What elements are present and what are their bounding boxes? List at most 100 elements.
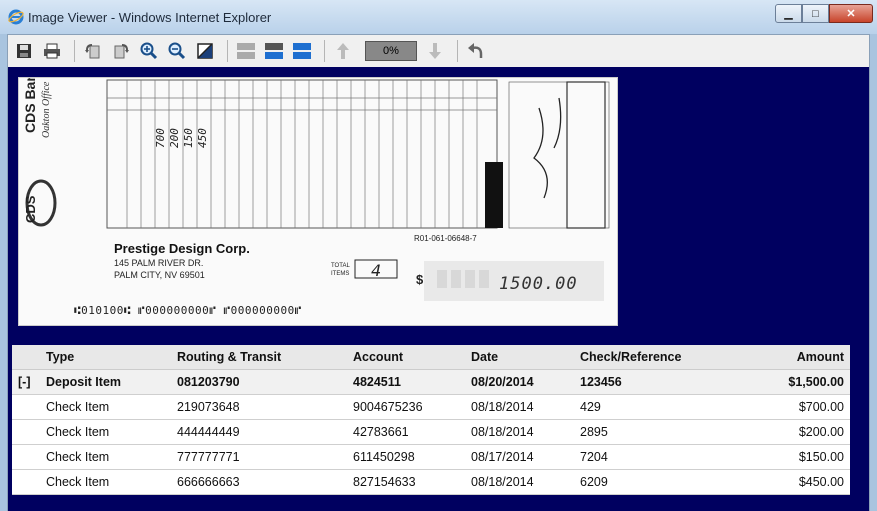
image-viewer-pane: CDS CDS Bank Oakton Office 700 200 150 4… (8, 67, 869, 511)
cell-amount: $1,500.00 (724, 369, 850, 395)
cell-amount: $150.00 (724, 444, 850, 470)
cell-routing: 777777771 (171, 444, 347, 470)
invert-button[interactable] (193, 39, 217, 63)
cell-date: 08/18/2014 (465, 394, 574, 420)
rotate-left-button[interactable] (81, 39, 105, 63)
cell-account: 827154633 (347, 469, 465, 495)
cell-reference: 7204 (574, 444, 724, 470)
print-button[interactable] (40, 39, 64, 63)
print-icon (44, 43, 60, 59)
table-header-row: Type Routing & Transit Account Date Chec… (12, 345, 850, 370)
rotate-right-icon (114, 44, 129, 59)
column-header-amount[interactable]: Amount (724, 345, 850, 370)
cell-routing: 444444449 (171, 419, 347, 445)
save-button[interactable] (12, 39, 36, 63)
cell-routing: 081203790 (171, 369, 347, 395)
toolbar-separator (457, 40, 458, 62)
cell-reference: 6209 (574, 469, 724, 495)
cell-account: 611450298 (347, 444, 465, 470)
svg-text:$: $ (416, 272, 424, 287)
undo-button[interactable] (464, 39, 488, 63)
up-arrow-icon (337, 43, 349, 59)
zoom-out-button[interactable] (165, 39, 189, 63)
close-button[interactable]: ✕ (829, 4, 873, 23)
svg-text:ITEMS: ITEMS (331, 271, 349, 277)
save-icon (17, 44, 31, 58)
maximize-button[interactable]: □ (802, 4, 829, 23)
window-controls: ▁ □ ✕ (775, 4, 873, 24)
table-row[interactable]: Check Item 777777771 611450298 08/17/201… (12, 444, 850, 470)
svg-text:200: 200 (168, 128, 181, 148)
layout-split-button[interactable] (290, 39, 314, 63)
maximize-icon: □ (812, 7, 819, 20)
previous-button[interactable] (331, 39, 355, 63)
column-header-account[interactable]: Account (347, 345, 465, 370)
cell-date: 08/18/2014 (465, 469, 574, 495)
next-button[interactable] (423, 39, 447, 63)
cell-type: Check Item (40, 444, 171, 470)
cell-account: 9004675236 (347, 394, 465, 420)
layout-single-button[interactable] (234, 39, 258, 63)
column-header-reference[interactable]: Check/Reference (574, 345, 724, 370)
cell-date: 08/20/2014 (465, 369, 574, 395)
svg-text:CDS: CDS (23, 195, 38, 223)
collapse-toggle[interactable]: [-] (12, 369, 40, 395)
zoom-out-icon (168, 42, 186, 60)
cell-routing: 219073648 (171, 394, 347, 420)
svg-text:700: 700 (154, 128, 167, 148)
column-header-date[interactable]: Date (465, 345, 574, 370)
cell-amount: $450.00 (724, 469, 850, 495)
cell-reference: 429 (574, 394, 724, 420)
check-micr-line: ⑆010100⑆ ⑈000000000⑈ ⑈000000000⑈ (74, 304, 302, 317)
cell-reference: 2895 (574, 419, 724, 445)
table-row[interactable]: Check Item 219073648 9004675236 08/18/20… (12, 394, 850, 420)
cell-toggle (12, 469, 40, 495)
total-items-value: 4 (371, 261, 381, 280)
cell-routing: 666666663 (171, 469, 347, 495)
internet-explorer-icon (8, 9, 24, 25)
toolbar-separator (227, 40, 228, 62)
zoom-in-button[interactable] (137, 39, 161, 63)
layout-top-icon (265, 43, 283, 59)
cell-type: Check Item (40, 419, 171, 445)
check-address-line2: PALM CITY, NV 69501 (114, 270, 205, 280)
cell-account: 42783661 (347, 419, 465, 445)
zoom-in-icon (140, 42, 158, 60)
layout-split-icon (293, 43, 311, 59)
minimize-button[interactable]: ▁ (775, 4, 802, 23)
toolbar-separator (74, 40, 75, 62)
invert-icon (197, 43, 213, 59)
cell-date: 08/18/2014 (465, 419, 574, 445)
table-row[interactable]: Check Item 444444449 42783661 08/18/2014… (12, 419, 850, 445)
zoom-level-display: 0% (365, 41, 417, 61)
window-title: Image Viewer - Windows Internet Explorer (28, 10, 272, 25)
check-amount: 1500.00 (499, 274, 578, 294)
toolbar: 0% (8, 35, 869, 67)
deposit-slip-image: CDS CDS Bank Oakton Office 700 200 150 4… (18, 77, 618, 326)
bank-name-text: CDS Bank (22, 78, 38, 133)
cell-type: Deposit Item (40, 369, 171, 395)
close-icon: ✕ (846, 8, 856, 20)
deposit-items-table: Type Routing & Transit Account Date Chec… (12, 345, 850, 495)
cell-reference: 123456 (574, 369, 724, 395)
layout-top-button[interactable] (262, 39, 286, 63)
table-row[interactable]: Check Item 666666663 827154633 08/18/201… (12, 469, 850, 495)
cell-amount: $700.00 (724, 394, 850, 420)
table-row[interactable]: [-] Deposit Item 081203790 4824511 08/20… (12, 369, 850, 395)
cell-toggle (12, 394, 40, 420)
column-header-type[interactable]: Type (40, 345, 171, 370)
cell-type: Check Item (40, 469, 171, 495)
layout-single-icon (237, 43, 255, 59)
cell-amount: $200.00 (724, 419, 850, 445)
check-address-line1: 145 PALM RIVER DR. (114, 258, 204, 268)
rotate-left-icon (85, 44, 100, 59)
check-company-name: Prestige Design Corp. (114, 241, 250, 256)
check-routing-label: R01-061-06648-7 (414, 234, 477, 243)
column-header-routing[interactable]: Routing & Transit (171, 345, 347, 370)
svg-text:450: 450 (196, 128, 209, 148)
cell-toggle (12, 419, 40, 445)
rotate-right-button[interactable] (109, 39, 133, 63)
cell-date: 08/17/2014 (465, 444, 574, 470)
cell-account: 4824511 (347, 369, 465, 395)
client-area: 0% CDS CDS Bank Oakton Office 700 200 15… (7, 34, 870, 511)
